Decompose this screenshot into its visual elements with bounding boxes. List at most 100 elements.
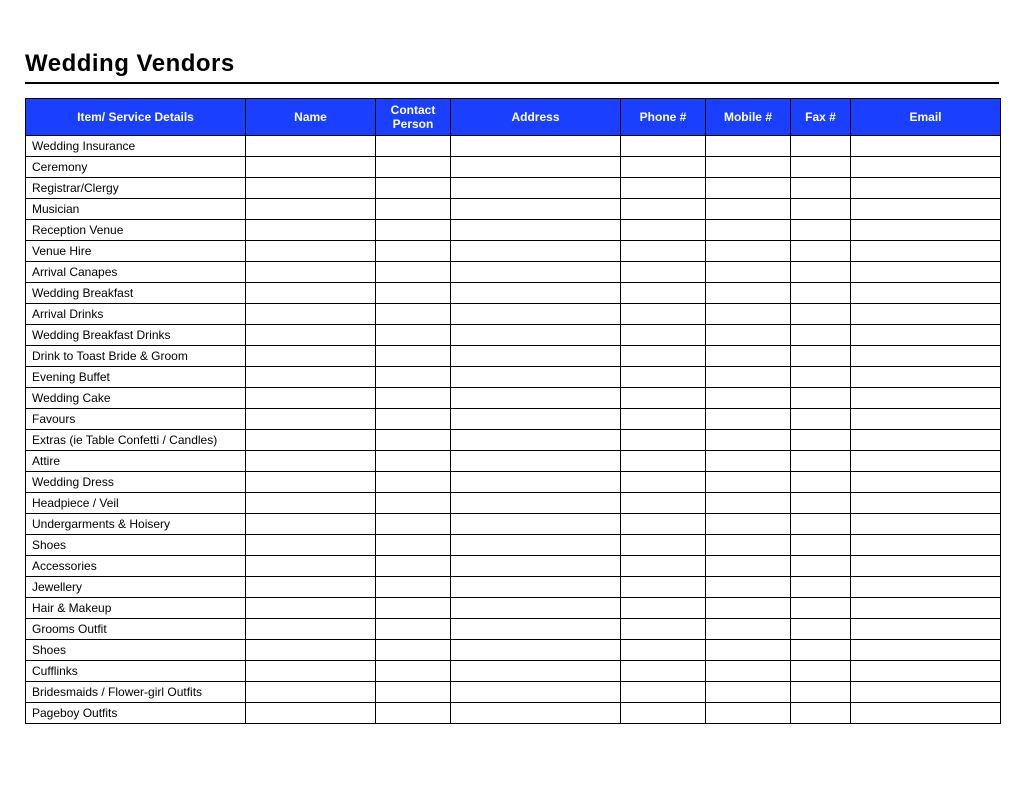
cell-phone[interactable] <box>621 451 706 472</box>
cell-mobile[interactable] <box>706 136 791 157</box>
cell-item[interactable]: Shoes <box>26 640 246 661</box>
cell-contact[interactable] <box>376 199 451 220</box>
cell-name[interactable] <box>246 430 376 451</box>
cell-email[interactable] <box>851 178 1001 199</box>
cell-email[interactable] <box>851 577 1001 598</box>
cell-mobile[interactable] <box>706 409 791 430</box>
cell-item[interactable]: Musician <box>26 199 246 220</box>
cell-fax[interactable] <box>791 598 851 619</box>
cell-contact[interactable] <box>376 619 451 640</box>
cell-address[interactable] <box>451 472 621 493</box>
cell-mobile[interactable] <box>706 325 791 346</box>
cell-phone[interactable] <box>621 703 706 724</box>
cell-mobile[interactable] <box>706 535 791 556</box>
cell-phone[interactable] <box>621 283 706 304</box>
cell-item[interactable]: Bridesmaids / Flower-girl Outfits <box>26 682 246 703</box>
cell-contact[interactable] <box>376 514 451 535</box>
cell-phone[interactable] <box>621 178 706 199</box>
cell-address[interactable] <box>451 451 621 472</box>
cell-email[interactable] <box>851 409 1001 430</box>
cell-name[interactable] <box>246 409 376 430</box>
cell-email[interactable] <box>851 157 1001 178</box>
cell-name[interactable] <box>246 556 376 577</box>
cell-mobile[interactable] <box>706 346 791 367</box>
cell-contact[interactable] <box>376 241 451 262</box>
cell-email[interactable] <box>851 136 1001 157</box>
cell-address[interactable] <box>451 514 621 535</box>
cell-item[interactable]: Shoes <box>26 535 246 556</box>
cell-phone[interactable] <box>621 262 706 283</box>
cell-address[interactable] <box>451 682 621 703</box>
cell-name[interactable] <box>246 514 376 535</box>
cell-email[interactable] <box>851 241 1001 262</box>
cell-item[interactable]: Pageboy Outfits <box>26 703 246 724</box>
cell-fax[interactable] <box>791 661 851 682</box>
cell-fax[interactable] <box>791 262 851 283</box>
cell-item[interactable]: Arrival Canapes <box>26 262 246 283</box>
cell-phone[interactable] <box>621 304 706 325</box>
cell-contact[interactable] <box>376 325 451 346</box>
cell-name[interactable] <box>246 577 376 598</box>
cell-address[interactable] <box>451 409 621 430</box>
cell-name[interactable] <box>246 451 376 472</box>
cell-email[interactable] <box>851 346 1001 367</box>
cell-name[interactable] <box>246 682 376 703</box>
cell-name[interactable] <box>246 199 376 220</box>
cell-email[interactable] <box>851 682 1001 703</box>
cell-address[interactable] <box>451 241 621 262</box>
cell-mobile[interactable] <box>706 262 791 283</box>
cell-email[interactable] <box>851 283 1001 304</box>
cell-mobile[interactable] <box>706 304 791 325</box>
cell-email[interactable] <box>851 703 1001 724</box>
cell-address[interactable] <box>451 136 621 157</box>
cell-contact[interactable] <box>376 535 451 556</box>
cell-address[interactable] <box>451 262 621 283</box>
cell-email[interactable] <box>851 220 1001 241</box>
cell-name[interactable] <box>246 346 376 367</box>
cell-phone[interactable] <box>621 157 706 178</box>
cell-address[interactable] <box>451 619 621 640</box>
cell-name[interactable] <box>246 472 376 493</box>
cell-item[interactable]: Favours <box>26 409 246 430</box>
cell-item[interactable]: Venue Hire <box>26 241 246 262</box>
cell-contact[interactable] <box>376 577 451 598</box>
cell-mobile[interactable] <box>706 514 791 535</box>
cell-fax[interactable] <box>791 493 851 514</box>
cell-name[interactable] <box>246 241 376 262</box>
cell-address[interactable] <box>451 346 621 367</box>
cell-contact[interactable] <box>376 220 451 241</box>
cell-mobile[interactable] <box>706 556 791 577</box>
cell-address[interactable] <box>451 325 621 346</box>
cell-name[interactable] <box>246 262 376 283</box>
cell-mobile[interactable] <box>706 199 791 220</box>
cell-phone[interactable] <box>621 388 706 409</box>
cell-phone[interactable] <box>621 493 706 514</box>
cell-fax[interactable] <box>791 472 851 493</box>
cell-contact[interactable] <box>376 262 451 283</box>
cell-phone[interactable] <box>621 346 706 367</box>
cell-mobile[interactable] <box>706 682 791 703</box>
cell-name[interactable] <box>246 304 376 325</box>
cell-email[interactable] <box>851 472 1001 493</box>
cell-address[interactable] <box>451 556 621 577</box>
cell-item[interactable]: Drink to Toast Bride & Groom <box>26 346 246 367</box>
cell-item[interactable]: Reception Venue <box>26 220 246 241</box>
cell-phone[interactable] <box>621 325 706 346</box>
cell-item[interactable]: Grooms Outfit <box>26 619 246 640</box>
cell-email[interactable] <box>851 598 1001 619</box>
cell-fax[interactable] <box>791 367 851 388</box>
cell-contact[interactable] <box>376 346 451 367</box>
cell-address[interactable] <box>451 157 621 178</box>
cell-item[interactable]: Evening Buffet <box>26 367 246 388</box>
cell-email[interactable] <box>851 367 1001 388</box>
cell-name[interactable] <box>246 178 376 199</box>
cell-name[interactable] <box>246 535 376 556</box>
cell-mobile[interactable] <box>706 472 791 493</box>
cell-name[interactable] <box>246 388 376 409</box>
cell-address[interactable] <box>451 220 621 241</box>
cell-address[interactable] <box>451 388 621 409</box>
cell-item[interactable]: Hair & Makeup <box>26 598 246 619</box>
cell-item[interactable]: Wedding Dress <box>26 472 246 493</box>
cell-mobile[interactable] <box>706 157 791 178</box>
cell-email[interactable] <box>851 556 1001 577</box>
